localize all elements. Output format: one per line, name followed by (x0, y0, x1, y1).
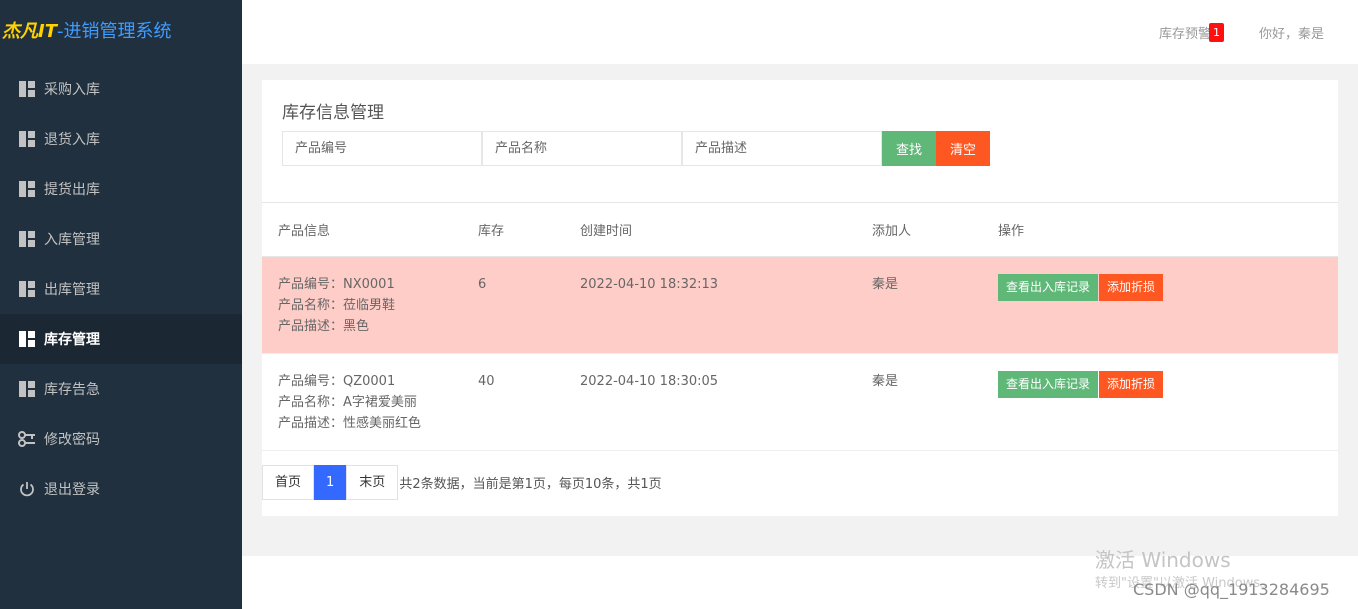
inventory-alert-label: 库存预警 (1159, 27, 1212, 42)
sidebar-item-return-in[interactable]: 退货入库 (0, 114, 242, 164)
adder-cell: 秦是 (856, 256, 982, 354)
view-records-button[interactable]: 查看出入库记录 (998, 371, 1099, 398)
adder-cell: 秦是 (856, 353, 982, 451)
column-header: 添加人 (856, 202, 982, 257)
sidebar-item-logout[interactable]: 退出登录 (0, 464, 242, 514)
find-button[interactable]: 查找 (882, 131, 937, 166)
sidebar-item-purchase-in[interactable]: 采购入库 (0, 64, 242, 114)
view-records-button[interactable]: 查看出入库记录 (998, 274, 1099, 301)
table-row: 产品编号：QZ0001 产品名称：A字裙爱美丽 产品描述：性感美丽红色 40 2… (262, 353, 1338, 451)
sidebar: 杰凡IT-进销管理系统 采购入库 退货入库 提货出库 入库管理 出库管理 库存管… (0, 0, 242, 609)
pagination-info: 共2条数据，当前是第1页，每页10条，共1页 (399, 477, 662, 492)
created-time-cell: 2022-04-10 18:30:05 (564, 353, 856, 451)
app-logo: 杰凡IT-进销管理系统 (0, 0, 242, 64)
sidebar-item-label: 修改密码 (44, 432, 100, 448)
sidebar-item-label: 入库管理 (44, 232, 100, 248)
sidebar-item-change-password[interactable]: 修改密码 (0, 414, 242, 464)
product-desc: 产品描述：黑色 (278, 319, 370, 334)
column-header: 产品信息 (262, 202, 462, 257)
sidebar-item-inventory-manage[interactable]: 库存管理 (0, 314, 242, 364)
csdn-watermark: CSDN @qq_1913284695 (1133, 580, 1330, 599)
column-header: 操作 (982, 202, 1338, 257)
product-code-input[interactable] (282, 131, 482, 166)
first-page-button[interactable]: 首页 (262, 465, 315, 500)
key-icon (18, 431, 35, 448)
sidebar-item-inbound-manage[interactable]: 入库管理 (0, 214, 242, 264)
sidebar-item-label: 库存告急 (44, 382, 100, 398)
add-loss-button[interactable]: 添加折损 (1099, 371, 1164, 398)
product-name: 产品名称：莅临男鞋 (278, 298, 396, 313)
actions-cell: 查看出入库记录 添加折损 (982, 353, 1338, 451)
inventory-table: 产品信息 库存 创建时间 添加人 操作 产品编号：NX0001 产品名称：莅临男… (262, 202, 1338, 451)
layout-icon (18, 131, 35, 148)
power-icon (18, 481, 35, 498)
page-title: 库存信息管理 (282, 103, 384, 123)
actions-cell: 查看出入库记录 添加折损 (982, 256, 1338, 354)
product-info-cell: 产品编号：QZ0001 产品名称：A字裙爱美丽 产品描述：性感美丽红色 (262, 353, 462, 451)
top-header: 库存预警 1 你好，秦是 (242, 0, 1358, 64)
column-header: 库存 (462, 202, 564, 257)
sidebar-item-inventory-alert[interactable]: 库存告急 (0, 364, 242, 414)
layout-icon (18, 331, 35, 348)
inventory-card: 库存信息管理 查找 清空 产品信息 库存 创建时间 添加人 操作 (262, 80, 1338, 516)
pagination: 首页 1 末页 共2条数据，当前是第1页，每页10条，共1页 (262, 465, 662, 500)
sidebar-item-label: 退货入库 (44, 132, 100, 148)
layout-icon (18, 231, 35, 248)
inventory-alert-link[interactable]: 库存预警 1 (1159, 23, 1225, 42)
layout-icon (18, 381, 35, 398)
product-code: 产品编号：NX0001 (278, 277, 395, 292)
table-header-row: 产品信息 库存 创建时间 添加人 操作 (262, 202, 1338, 257)
layout-icon (18, 81, 35, 98)
sidebar-item-label: 出库管理 (44, 282, 100, 298)
windows-activation-title: 激活 Windows (1095, 548, 1231, 572)
created-time-cell: 2022-04-10 18:32:13 (564, 256, 856, 354)
last-page-button[interactable]: 末页 (346, 465, 399, 500)
logo-brand: 杰凡IT (2, 21, 57, 42)
clear-button[interactable]: 清空 (936, 131, 991, 166)
layout-icon (18, 281, 35, 298)
stock-cell: 6 (462, 256, 564, 354)
current-page-button[interactable]: 1 (314, 465, 347, 500)
alert-count-badge: 1 (1209, 23, 1225, 42)
logo-system-name: -进销管理系统 (56, 21, 172, 42)
table-row: 产品编号：NX0001 产品名称：莅临男鞋 产品描述：黑色 6 2022-04-… (262, 256, 1338, 354)
sidebar-item-outbound-manage[interactable]: 出库管理 (0, 264, 242, 314)
stock-cell: 40 (462, 353, 564, 451)
sidebar-item-label: 库存管理 (44, 332, 100, 348)
product-info-cell: 产品编号：NX0001 产品名称：莅临男鞋 产品描述：黑色 (262, 256, 462, 354)
user-greeting[interactable]: 你好，秦是 (1259, 23, 1324, 42)
sidebar-item-label: 退出登录 (44, 482, 100, 498)
product-name-input[interactable] (482, 131, 682, 166)
product-code: 产品编号：QZ0001 (278, 374, 396, 389)
product-desc: 产品描述：性感美丽红色 (278, 416, 422, 431)
product-desc-input[interactable] (682, 131, 882, 166)
add-loss-button[interactable]: 添加折损 (1099, 274, 1164, 301)
sidebar-item-label: 采购入库 (44, 82, 100, 98)
sidebar-item-pickup-out[interactable]: 提货出库 (0, 164, 242, 214)
product-name: 产品名称：A字裙爱美丽 (278, 395, 417, 410)
sidebar-nav: 采购入库 退货入库 提货出库 入库管理 出库管理 库存管理 库存告急 修改密码 (0, 64, 242, 514)
search-bar: 查找 清空 (282, 131, 991, 166)
sidebar-item-label: 提货出库 (44, 182, 100, 198)
column-header: 创建时间 (564, 202, 856, 257)
layout-icon (18, 181, 35, 198)
main-content: 库存信息管理 查找 清空 产品信息 库存 创建时间 添加人 操作 (242, 64, 1358, 556)
